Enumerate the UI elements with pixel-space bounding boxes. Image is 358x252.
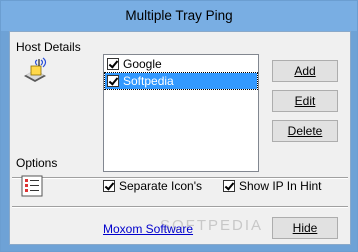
delete-button-label: Delete <box>287 124 323 138</box>
window-title: Multiple Tray Ping <box>125 8 233 23</box>
footer-divider <box>12 206 348 208</box>
host-details-heading: Host Details <box>16 40 81 54</box>
options-heading: Options <box>16 156 58 170</box>
network-host-icon <box>22 56 48 86</box>
separate-icons-label: Separate Icon's <box>119 179 203 193</box>
show-ip-checkbox[interactable] <box>223 180 235 192</box>
host-label: Google <box>123 57 162 71</box>
hide-button-label: Hide <box>292 221 318 235</box>
add-button[interactable]: Add <box>272 60 338 82</box>
host-list-item[interactable]: Google <box>105 56 257 72</box>
options-list-icon <box>21 175 43 197</box>
moxom-software-link[interactable]: Moxom Software <box>103 222 193 236</box>
host-list[interactable]: Google Softpedia <box>103 54 259 172</box>
separate-icons-checkbox[interactable] <box>103 180 115 192</box>
edit-button[interactable]: Edit <box>272 90 338 112</box>
show-ip-option[interactable]: Show IP In Hint <box>223 179 322 193</box>
dialog-client-area: Host Details Google Softpedia Add Edit D… <box>9 31 351 245</box>
add-button-label: Add <box>294 64 316 78</box>
app-window: Multiple Tray Ping Host Details Google S… <box>0 0 358 252</box>
delete-button[interactable]: Delete <box>272 120 338 142</box>
edit-button-label: Edit <box>294 94 316 108</box>
show-ip-label: Show IP In Hint <box>239 179 322 193</box>
separate-icons-option[interactable]: Separate Icon's <box>103 179 202 193</box>
host-checkbox[interactable] <box>107 75 119 87</box>
host-checkbox[interactable] <box>107 58 119 70</box>
hide-button[interactable]: Hide <box>272 217 338 239</box>
host-list-item[interactable]: Softpedia <box>104 72 258 90</box>
host-label: Softpedia <box>123 74 174 88</box>
title-bar[interactable]: Multiple Tray Ping <box>1 1 357 31</box>
